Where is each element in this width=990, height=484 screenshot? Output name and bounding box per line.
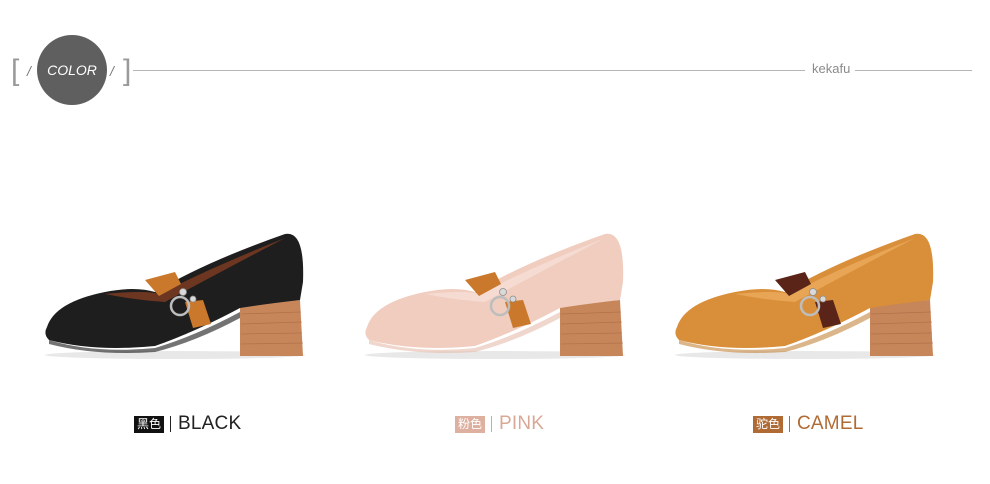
caption-separator — [170, 416, 172, 432]
shoe-heel — [560, 300, 623, 356]
shoe-illustration — [45, 233, 305, 359]
shoe-heel — [240, 300, 303, 356]
caption-pink: 粉色 PINK — [455, 412, 544, 436]
shoe-stud — [819, 295, 827, 303]
right-bracket: ] — [123, 54, 132, 87]
brand-name: kekafu — [812, 61, 851, 76]
shoe-stud — [509, 295, 517, 303]
shoe-illustration — [365, 233, 625, 359]
left-slash: / — [27, 63, 31, 79]
shoe-illustration — [675, 233, 935, 359]
shoe-stud — [179, 288, 187, 296]
shoe-heel — [870, 300, 933, 356]
caption-black: 黑色 BLACK — [134, 412, 241, 436]
caption-camel: 驼色 CAMEL — [753, 412, 863, 436]
header-divider-right — [855, 70, 972, 71]
caption-separator — [789, 416, 791, 432]
color-badge-label: COLOR — [47, 62, 97, 78]
caption-cn-tag: 粉色 — [455, 415, 486, 433]
product-image-black — [35, 222, 335, 372]
header-divider-left — [133, 70, 805, 71]
left-bracket: [ — [11, 54, 20, 87]
caption-en-label: BLACK — [178, 413, 242, 434]
right-slash: / — [110, 63, 114, 79]
product-image-pink — [355, 222, 655, 372]
section-header: [ / COLOR / ] kekafu — [0, 0, 990, 110]
caption-separator — [491, 416, 493, 432]
shoe-stud — [189, 295, 197, 303]
caption-cn-tag: 驼色 — [753, 415, 784, 433]
caption-en-label: CAMEL — [797, 413, 864, 434]
caption-cn-tag: 黑色 — [134, 415, 165, 433]
color-badge: COLOR — [37, 35, 107, 105]
product-image-camel — [665, 222, 965, 372]
shoe-stud — [809, 288, 817, 296]
caption-en-label: PINK — [499, 413, 545, 434]
shoe-stud — [499, 288, 507, 296]
